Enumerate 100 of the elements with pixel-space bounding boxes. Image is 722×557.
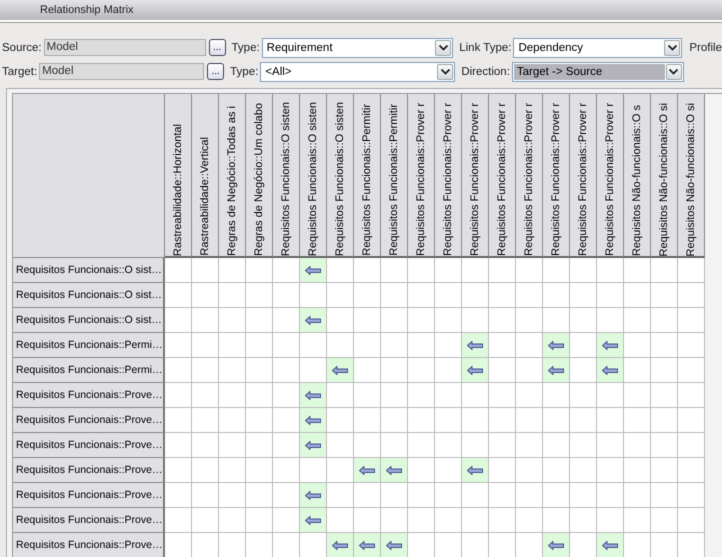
matrix-cell[interactable] bbox=[192, 533, 219, 557]
matrix-cell[interactable] bbox=[543, 383, 570, 408]
matrix-cell[interactable] bbox=[543, 483, 570, 508]
matrix-cell[interactable] bbox=[435, 508, 462, 533]
matrix-cell[interactable] bbox=[300, 358, 327, 383]
matrix-cell[interactable] bbox=[354, 383, 381, 408]
matrix-cell[interactable] bbox=[678, 333, 705, 358]
matrix-cell[interactable] bbox=[516, 258, 543, 283]
matrix-cell[interactable] bbox=[246, 533, 273, 557]
matrix-cell[interactable] bbox=[381, 433, 408, 458]
direction-dropdown[interactable]: Target -> Source bbox=[512, 62, 684, 82]
matrix-cell[interactable] bbox=[570, 308, 597, 333]
matrix-cell[interactable] bbox=[624, 408, 651, 433]
linked-cell[interactable] bbox=[381, 533, 408, 557]
matrix-cell[interactable] bbox=[462, 533, 489, 557]
matrix-cell[interactable] bbox=[327, 333, 354, 358]
matrix-cell[interactable] bbox=[246, 358, 273, 383]
matrix-cell[interactable] bbox=[165, 533, 192, 557]
browse-button[interactable]: ... bbox=[208, 39, 226, 56]
matrix-cell[interactable] bbox=[219, 458, 246, 483]
linked-cell[interactable] bbox=[381, 458, 408, 483]
matrix-cell[interactable] bbox=[408, 508, 435, 533]
matrix-cell[interactable] bbox=[408, 383, 435, 408]
matrix-cell[interactable] bbox=[543, 458, 570, 483]
matrix-cell[interactable] bbox=[381, 383, 408, 408]
linked-cell[interactable] bbox=[597, 333, 624, 358]
matrix-cell[interactable] bbox=[435, 458, 462, 483]
matrix-cell[interactable] bbox=[192, 483, 219, 508]
matrix-cell[interactable] bbox=[516, 408, 543, 433]
matrix-cell[interactable] bbox=[462, 483, 489, 508]
linked-cell[interactable] bbox=[354, 533, 381, 557]
matrix-cell[interactable] bbox=[192, 508, 219, 533]
matrix-cell[interactable] bbox=[651, 283, 678, 308]
matrix-cell[interactable] bbox=[165, 283, 192, 308]
matrix-cell[interactable] bbox=[273, 258, 300, 283]
type-dropdown[interactable]: <All> bbox=[260, 62, 456, 82]
matrix-cell[interactable] bbox=[678, 308, 705, 333]
matrix-cell[interactable] bbox=[219, 358, 246, 383]
matrix-cell[interactable] bbox=[408, 308, 435, 333]
matrix-cell[interactable] bbox=[651, 533, 678, 557]
matrix-cell[interactable] bbox=[678, 483, 705, 508]
matrix-cell[interactable] bbox=[165, 333, 192, 358]
matrix-cell[interactable] bbox=[219, 483, 246, 508]
matrix-cell[interactable] bbox=[570, 508, 597, 533]
matrix-cell[interactable] bbox=[624, 458, 651, 483]
matrix-cell[interactable] bbox=[273, 458, 300, 483]
linked-cell[interactable] bbox=[543, 333, 570, 358]
matrix-cell[interactable] bbox=[192, 433, 219, 458]
matrix-cell[interactable] bbox=[408, 433, 435, 458]
matrix-cell[interactable] bbox=[435, 358, 462, 383]
matrix-cell[interactable] bbox=[165, 483, 192, 508]
matrix-cell[interactable] bbox=[489, 258, 516, 283]
matrix-cell[interactable] bbox=[246, 508, 273, 533]
matrix-cell[interactable] bbox=[273, 283, 300, 308]
dropdown-button[interactable] bbox=[435, 40, 452, 56]
matrix-cell[interactable] bbox=[651, 483, 678, 508]
matrix-cell[interactable] bbox=[678, 408, 705, 433]
matrix-cell[interactable] bbox=[651, 308, 678, 333]
matrix-cell[interactable] bbox=[381, 333, 408, 358]
matrix-cell[interactable] bbox=[219, 283, 246, 308]
matrix-cell[interactable] bbox=[219, 383, 246, 408]
matrix-cell[interactable] bbox=[570, 333, 597, 358]
matrix-cell[interactable] bbox=[354, 333, 381, 358]
link-type-dropdown[interactable]: Dependency bbox=[513, 38, 682, 58]
matrix-cell[interactable] bbox=[192, 408, 219, 433]
matrix-cell[interactable] bbox=[516, 308, 543, 333]
matrix-cell[interactable] bbox=[408, 458, 435, 483]
linked-cell[interactable] bbox=[543, 358, 570, 383]
matrix-cell[interactable] bbox=[327, 408, 354, 433]
matrix-cell[interactable] bbox=[246, 408, 273, 433]
matrix-cell[interactable] bbox=[489, 358, 516, 383]
matrix-cell[interactable] bbox=[192, 458, 219, 483]
matrix-cell[interactable] bbox=[624, 508, 651, 533]
dropdown-button[interactable] bbox=[666, 64, 682, 80]
matrix-cell[interactable] bbox=[381, 408, 408, 433]
matrix-cell[interactable] bbox=[489, 308, 516, 333]
matrix-cell[interactable] bbox=[246, 433, 273, 458]
matrix-cell[interactable] bbox=[381, 308, 408, 333]
matrix-cell[interactable] bbox=[597, 383, 624, 408]
matrix-cell[interactable] bbox=[543, 408, 570, 433]
matrix-cell[interactable] bbox=[516, 458, 543, 483]
matrix-cell[interactable] bbox=[462, 508, 489, 533]
matrix-cell[interactable] bbox=[219, 308, 246, 333]
matrix-cell[interactable] bbox=[165, 408, 192, 433]
linked-cell[interactable] bbox=[354, 458, 381, 483]
matrix-cell[interactable] bbox=[489, 283, 516, 308]
matrix-cell[interactable] bbox=[408, 258, 435, 283]
matrix-cell[interactable] bbox=[192, 333, 219, 358]
matrix-cell[interactable] bbox=[273, 408, 300, 433]
matrix-cell[interactable] bbox=[489, 433, 516, 458]
linked-cell[interactable] bbox=[462, 458, 489, 483]
matrix-cell[interactable] bbox=[570, 533, 597, 557]
matrix-cell[interactable] bbox=[462, 308, 489, 333]
linked-cell[interactable] bbox=[300, 308, 327, 333]
matrix-cell[interactable] bbox=[273, 433, 300, 458]
matrix-cell[interactable] bbox=[408, 333, 435, 358]
matrix-cell[interactable] bbox=[327, 458, 354, 483]
matrix-cell[interactable] bbox=[597, 458, 624, 483]
matrix-cell[interactable] bbox=[273, 533, 300, 557]
matrix-cell[interactable] bbox=[597, 433, 624, 458]
